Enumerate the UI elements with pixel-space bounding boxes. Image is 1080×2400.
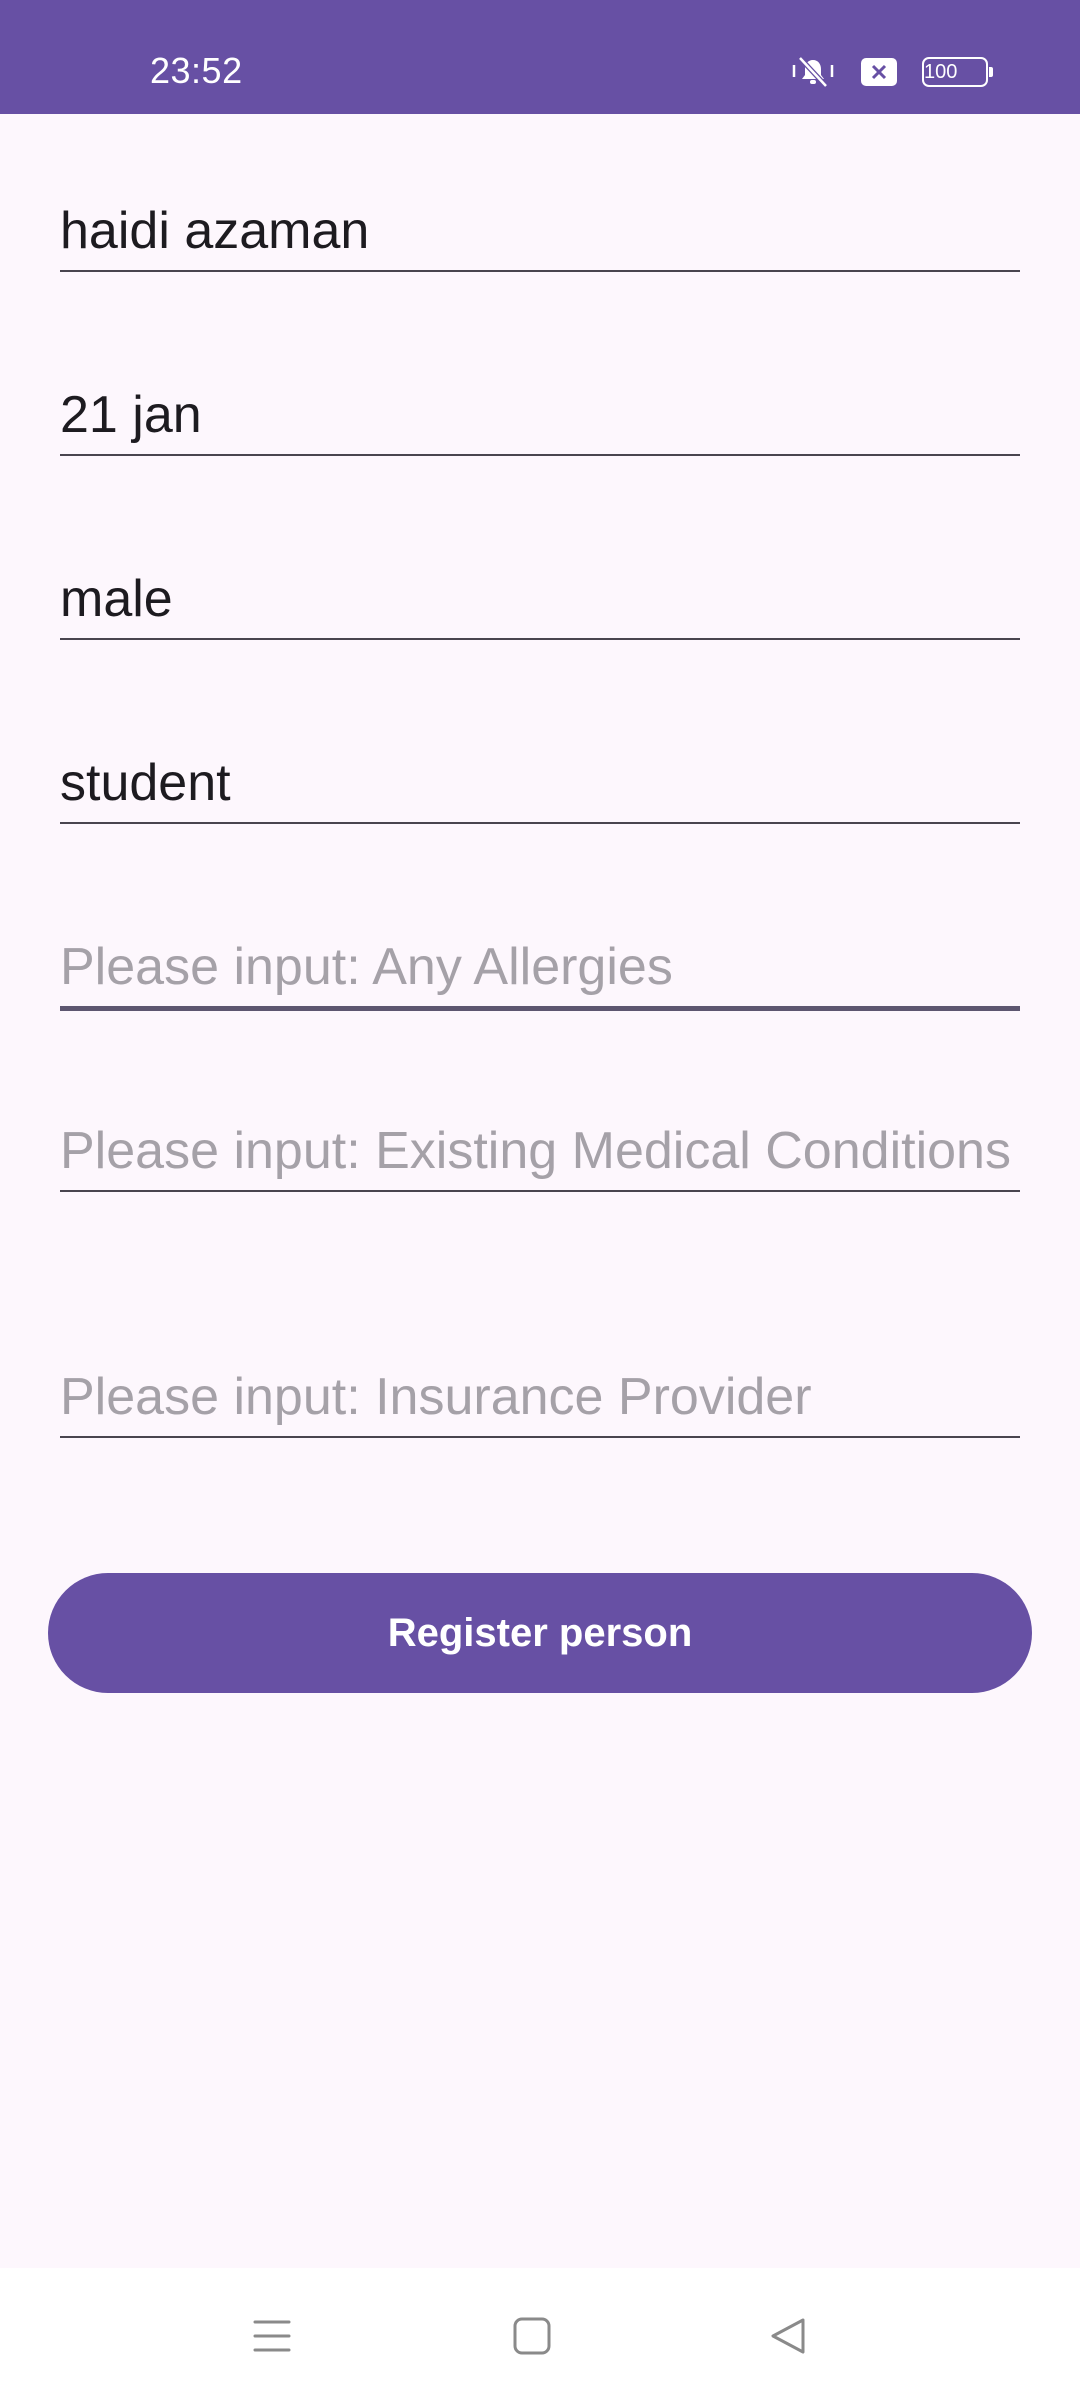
insurance-provider-field[interactable]: Please input: Insurance Provider bbox=[60, 1366, 1020, 1438]
date-of-birth-field[interactable]: 21 jan bbox=[60, 384, 1020, 456]
vibrate-silent-icon bbox=[790, 55, 836, 89]
status-bar: 23:52 100 bbox=[0, 0, 1080, 114]
battery-icon: 100 bbox=[922, 57, 993, 87]
medical-conditions-field[interactable]: Please input: Existing Medical Condition… bbox=[60, 1120, 1020, 1192]
gender-field[interactable]: male bbox=[60, 568, 1020, 640]
occupation-field[interactable]: student bbox=[60, 752, 1020, 824]
allergies-field[interactable]: Please input: Any Allergies bbox=[60, 936, 1020, 1011]
home-icon[interactable] bbox=[508, 2312, 556, 2360]
status-icons: 100 bbox=[790, 52, 993, 92]
back-icon[interactable] bbox=[764, 2312, 812, 2360]
menu-icon[interactable] bbox=[248, 2312, 296, 2360]
notification-x-icon bbox=[860, 57, 898, 87]
register-person-button[interactable]: Register person bbox=[48, 1573, 1032, 1693]
name-field[interactable]: haidi azaman bbox=[60, 200, 1020, 272]
status-time: 23:52 bbox=[150, 50, 243, 91]
navigation-bar bbox=[0, 2268, 1080, 2400]
